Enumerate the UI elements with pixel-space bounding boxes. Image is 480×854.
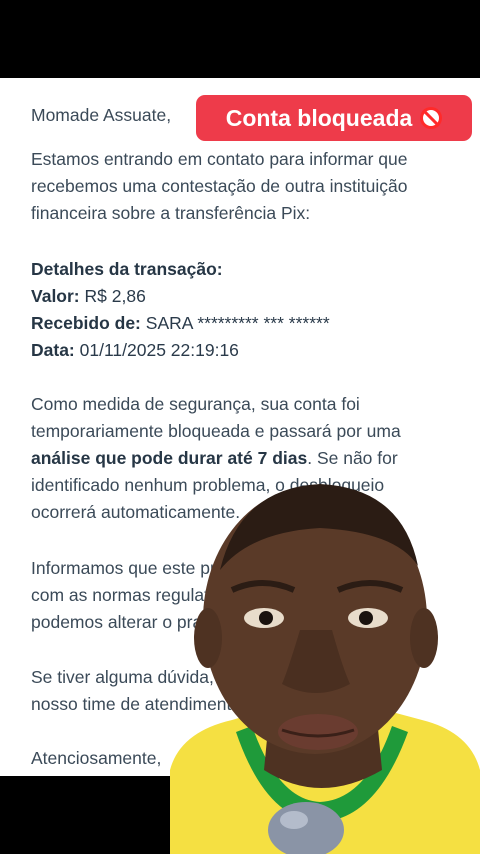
highlight-text: análise que pode durar até 7 dias [31,448,308,468]
paragraph-line: Como medida de segurança, sua conta foi [31,394,360,414]
paragraph-line: recebemos uma contestação de outra insti… [31,176,408,196]
detail-label: Data: [31,340,75,360]
detail-value: 01/11/2025 22:19:16 [79,340,239,360]
detail-label: Valor: [31,286,80,306]
detail-value: R$ 2,86 [84,286,146,306]
transaction-details: Detalhes da transação: Valor: R$ 2,86 Re… [31,256,330,364]
paragraph-line: temporariamente bloqueada e passará por … [31,421,401,441]
presenter-pupil-right [359,611,373,625]
paragraph-line: financeira sobre a transferência Pix: [31,203,311,223]
microphone-highlight [280,811,308,829]
presenter-overlay [170,470,480,854]
email-greeting: Momade Assuate, [31,105,172,125]
presenter-ear-right [410,608,438,668]
email-paragraph-1: Estamos entrando em contato para informa… [31,146,407,227]
presenter-ear-left [194,608,222,668]
detail-row-valor: Valor: R$ 2,86 [31,283,330,310]
paragraph-text: . Se não for [307,448,398,468]
detail-row-recebido: Recebido de: SARA ********* *** ****** [31,310,330,337]
detail-row-data: Data: 01/11/2025 22:19:16 [31,337,330,364]
presenter-figure [170,484,480,854]
detail-label: Recebido de: [31,313,141,333]
paragraph-line: Estamos entrando em contato para informa… [31,149,408,169]
details-heading: Detalhes da transação: [31,259,223,279]
presenter-pupil-left [259,611,273,625]
account-blocked-badge: Conta bloqueada [196,95,472,141]
detail-value: SARA ********* *** ****** [145,313,330,333]
top-letterbox [0,0,480,78]
paragraph-line: análise que pode durar até 7 dias. Se nã… [31,445,401,472]
badge-label: Conta bloqueada [225,104,413,131]
prohibited-icon [420,107,443,129]
email-signoff: Atenciosamente, [31,748,162,768]
